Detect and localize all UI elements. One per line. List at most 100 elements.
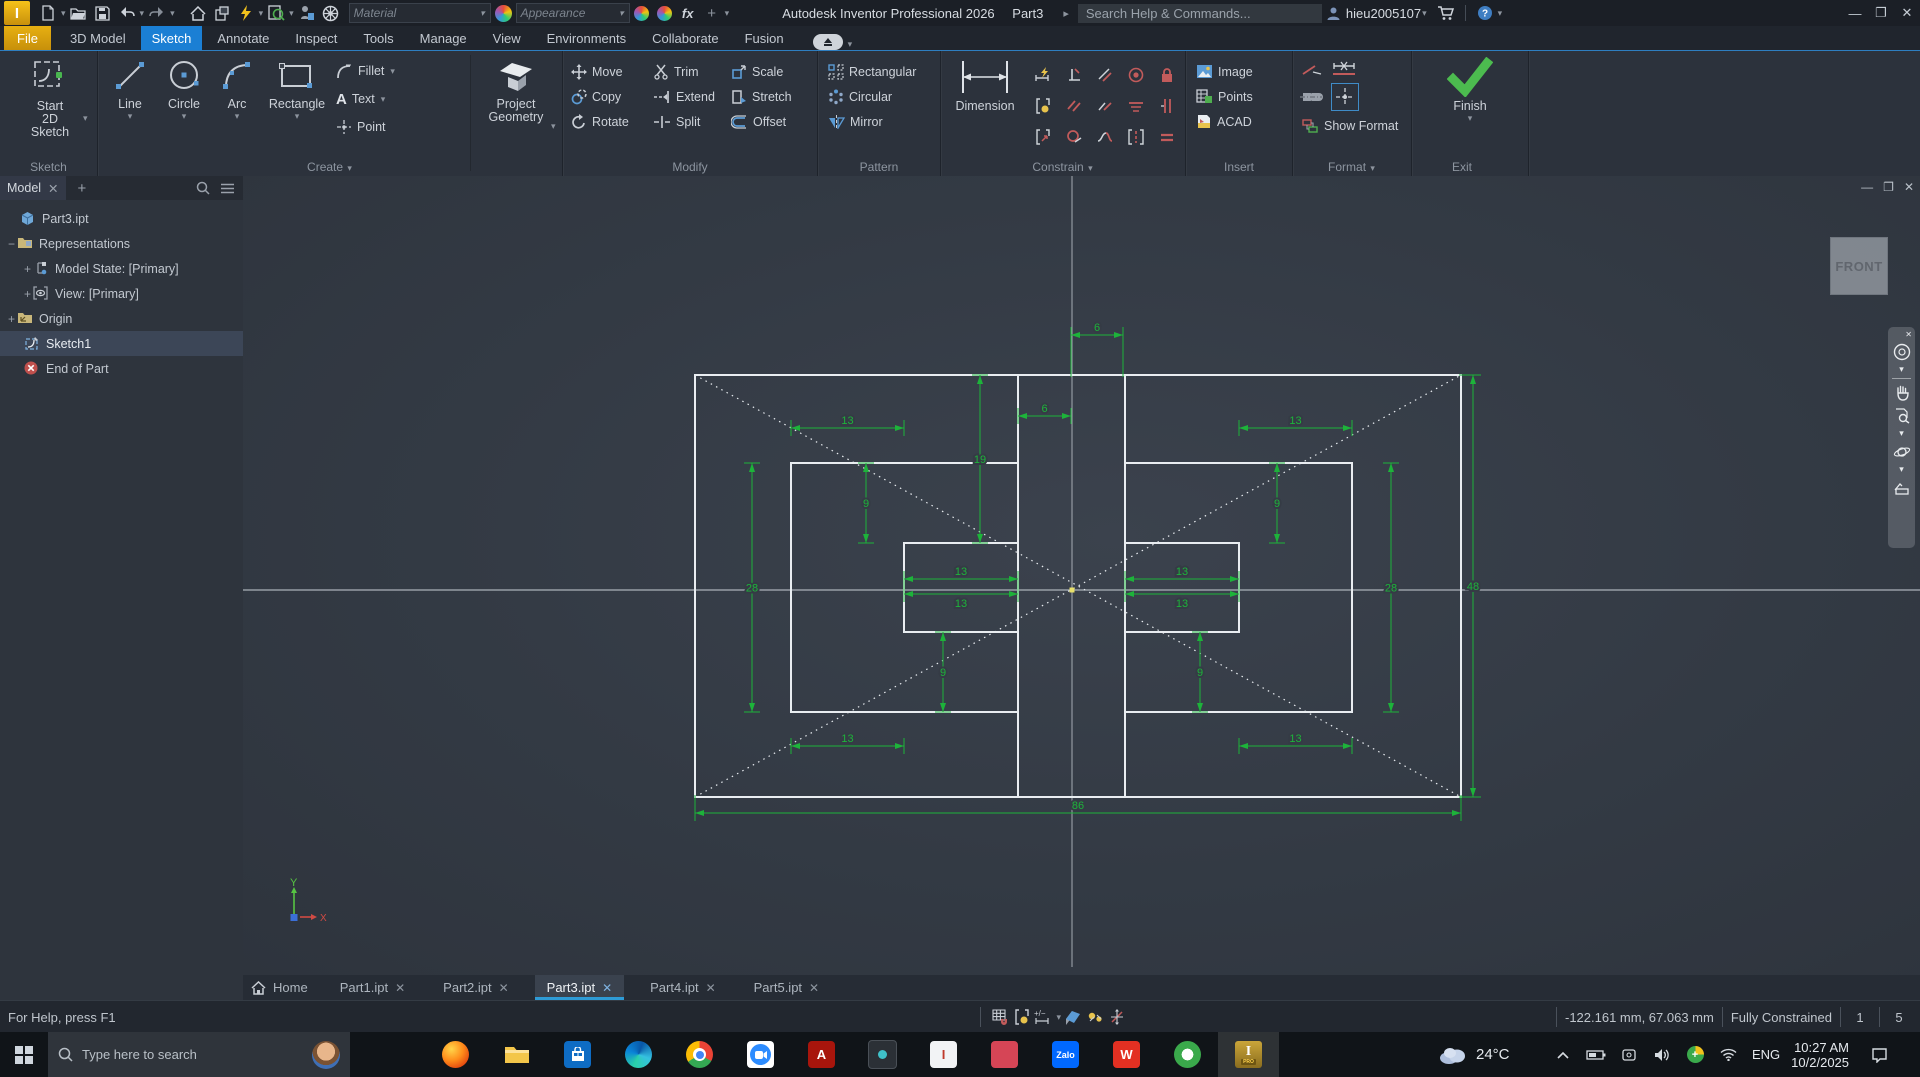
expand-icon[interactable]: + xyxy=(22,287,33,301)
object-visibility-icon[interactable] xyxy=(1084,1007,1106,1027)
taskbar-firefox-icon[interactable] xyxy=(425,1032,486,1077)
constraint-auto-dimension-icon[interactable] xyxy=(1027,61,1058,89)
insert-image-button[interactable]: Image xyxy=(1196,59,1253,84)
adjust-appearance-icon[interactable] xyxy=(633,5,649,21)
home-button[interactable] xyxy=(186,2,210,24)
undo-button[interactable] xyxy=(115,2,139,24)
start-2d-sketch-button[interactable]: Start 2D Sketch xyxy=(22,57,78,139)
iproperties-button[interactable] xyxy=(210,2,234,24)
doc-close-button[interactable]: ✕ xyxy=(1904,180,1914,194)
help-search-input[interactable]: Search Help & Commands... xyxy=(1077,3,1322,23)
tray-language[interactable]: ENG xyxy=(1752,1047,1780,1062)
steering-wheel-icon[interactable] xyxy=(1891,341,1912,362)
taskbar-edge-icon[interactable] xyxy=(608,1032,669,1077)
doc-tab-part3[interactable]: Part3.ipt ✕ xyxy=(534,975,625,1000)
taskbar-wps-icon[interactable]: W xyxy=(1096,1032,1157,1077)
tab-fusion[interactable]: Fusion xyxy=(734,26,795,50)
panel-label-create[interactable]: Create ▾ xyxy=(98,160,562,174)
arc-button[interactable]: Arc ▾ xyxy=(212,57,262,122)
caret-down-icon[interactable]: ▾ xyxy=(61,8,66,19)
caret-down-icon[interactable]: ▾ xyxy=(1422,8,1427,19)
constraint-coincident-icon[interactable] xyxy=(1089,61,1120,89)
caret-down-icon[interactable]: ▾ xyxy=(140,8,145,19)
tree-item-representations[interactable]: − Representations xyxy=(0,231,249,256)
clear-appearance-icon[interactable] xyxy=(656,5,672,21)
close-icon[interactable]: ✕ xyxy=(809,981,819,995)
panel-label-format[interactable]: Format ▾ xyxy=(1293,160,1411,174)
circular-pattern-button[interactable]: Circular xyxy=(828,84,916,109)
caret-down-icon[interactable]: ▾ xyxy=(170,8,175,19)
material-dropdown[interactable]: Material ▾ xyxy=(348,3,491,23)
taskbar-notes-app-icon[interactable]: I xyxy=(913,1032,974,1077)
constraint-equal-icon[interactable] xyxy=(1151,123,1182,151)
appearance-dropdown[interactable]: Appearance ▾ xyxy=(515,3,630,23)
help-icon[interactable]: ? xyxy=(1473,2,1497,24)
taskbar-store-icon[interactable] xyxy=(547,1032,608,1077)
navbar-close-icon[interactable]: ✕ xyxy=(1905,330,1912,339)
doc-restore-button[interactable]: ❐ xyxy=(1883,180,1894,194)
constraint-concentric-icon[interactable] xyxy=(1120,61,1151,89)
doc-tab-home[interactable]: Home xyxy=(243,975,320,1000)
start-button[interactable] xyxy=(0,1032,48,1077)
constraint-symmetric-icon[interactable] xyxy=(1120,123,1151,151)
degrees-of-freedom-icon[interactable] xyxy=(1106,1007,1128,1027)
save-button[interactable] xyxy=(91,2,115,24)
finish-sketch-button[interactable]: Finish ▾ xyxy=(1438,57,1502,124)
tab-manage[interactable]: Manage xyxy=(409,26,478,50)
fx-icon[interactable]: fx xyxy=(676,2,700,24)
look-at-icon[interactable] xyxy=(1891,477,1912,498)
tree-item-sketch1[interactable]: Sketch1 xyxy=(0,331,267,356)
tray-notification-icon[interactable] xyxy=(1866,1042,1892,1068)
tree-item-model-state[interactable]: + Model State: [Primary] xyxy=(0,256,265,281)
constraint-inference-toggle-icon[interactable] xyxy=(1011,1007,1033,1027)
pan-icon[interactable] xyxy=(1891,382,1912,403)
add-browser-tab-button[interactable]: + xyxy=(78,180,87,197)
doc-tab-part1[interactable]: Part1.ipt ✕ xyxy=(328,975,417,1000)
tree-item-part[interactable]: Part3.ipt xyxy=(0,206,263,231)
doc-tab-part4[interactable]: Part4.ipt ✕ xyxy=(638,975,727,1000)
collapse-icon[interactable]: − xyxy=(6,237,17,251)
cart-icon[interactable] xyxy=(1434,2,1458,24)
close-icon[interactable]: ✕ xyxy=(48,181,58,196)
viewcube[interactable]: FRONT xyxy=(1830,237,1888,295)
tray-battery-icon[interactable] xyxy=(1583,1042,1609,1068)
menu-icon[interactable] xyxy=(220,183,235,194)
constraint-horizontal-icon[interactable] xyxy=(1120,92,1151,120)
caret-down-icon[interactable]: ▾ xyxy=(551,121,556,132)
taskbar-coccoc-icon[interactable] xyxy=(1157,1032,1218,1077)
tab-collaborate[interactable]: Collaborate xyxy=(641,26,730,50)
sketch-geometry[interactable]: 6 6 13 13 13 13 13 13 13 13 86 19 9 9 28 28 9 9 48 xyxy=(243,176,1920,975)
insert-points-button[interactable]: Points xyxy=(1196,84,1253,109)
rotate-button[interactable]: Rotate xyxy=(571,109,629,134)
copy-button[interactable]: Copy xyxy=(571,84,629,109)
rectangular-pattern-button[interactable]: Rectangular xyxy=(828,59,916,84)
text-button[interactable]: A Text ▾ xyxy=(336,85,422,113)
update-lightning-button[interactable] xyxy=(234,2,258,24)
constraint-settings-icon[interactable] xyxy=(1027,123,1058,151)
close-icon[interactable]: ✕ xyxy=(602,981,612,995)
expand-icon[interactable]: + xyxy=(6,312,17,326)
tray-chevron-up-icon[interactable] xyxy=(1550,1042,1576,1068)
taskbar-zalo-icon[interactable]: Zalo xyxy=(1035,1032,1096,1077)
open-button[interactable] xyxy=(67,2,91,24)
taskbar-search-input[interactable]: Type here to search xyxy=(48,1032,350,1077)
constraint-tangent-icon[interactable] xyxy=(1089,92,1120,120)
taskbar-pink-app-icon[interactable] xyxy=(974,1032,1035,1077)
taskbar-adobe-icon[interactable]: A xyxy=(791,1032,852,1077)
stretch-button[interactable]: Stretch xyxy=(731,84,792,109)
tab-file[interactable]: File xyxy=(4,26,51,50)
taskbar-zoom-icon[interactable] xyxy=(730,1032,791,1077)
caret-down-icon[interactable]: ▾ xyxy=(1899,428,1904,439)
constraint-smooth-icon[interactable] xyxy=(1089,123,1120,151)
orbit-icon[interactable] xyxy=(1891,441,1912,462)
tray-clock[interactable]: 10:27 AM 10/2/2025 xyxy=(1791,1040,1849,1070)
tray-display-icon[interactable] xyxy=(1616,1042,1642,1068)
tab-tools[interactable]: Tools xyxy=(352,26,404,50)
caret-down-icon[interactable]: ▾ xyxy=(289,8,294,19)
caret-down-icon[interactable]: ▾ xyxy=(1899,464,1904,475)
panel-label-modify[interactable]: Modify xyxy=(563,160,817,174)
parameters-button[interactable] xyxy=(295,2,319,24)
taskbar-dark-app-icon[interactable] xyxy=(852,1032,913,1077)
tray-antivirus-icon[interactable]: + xyxy=(1682,1042,1708,1068)
extend-button[interactable]: Extend xyxy=(653,84,715,109)
